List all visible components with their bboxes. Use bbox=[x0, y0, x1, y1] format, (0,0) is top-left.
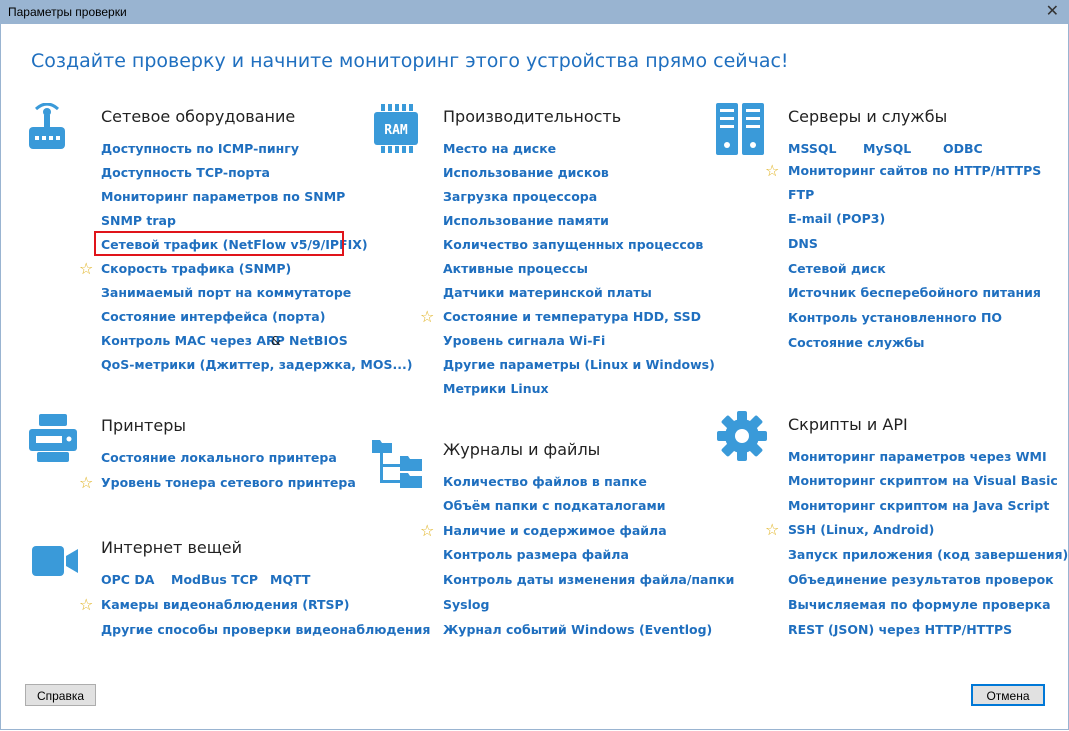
link-icmp-ping[interactable]: Доступность по ICMP-пингу bbox=[101, 141, 299, 156]
close-icon[interactable]: ✕ bbox=[1046, 1, 1059, 20]
link-mssql[interactable]: MSSQL bbox=[788, 141, 836, 156]
link-formula-check[interactable]: Вычисляемая по формуле проверка bbox=[788, 597, 1051, 612]
ram-icon: RAM bbox=[374, 104, 418, 153]
link-active-processes[interactable]: Активные процессы bbox=[443, 261, 588, 276]
link-file-size[interactable]: Контроль размера файла bbox=[443, 547, 629, 562]
link-other-params[interactable]: Другие параметры (Linux и Windows) bbox=[443, 357, 715, 372]
link-eventlog[interactable]: Журнал событий Windows (Eventlog) bbox=[443, 622, 712, 637]
link-other-video[interactable]: Другие способы проверки видеонаблюдения bbox=[101, 622, 430, 637]
link-disk-space[interactable]: Место на диске bbox=[443, 141, 556, 156]
printer-icon bbox=[29, 414, 77, 462]
video-camera-icon bbox=[32, 546, 78, 576]
title-bar: Параметры проверки ✕ bbox=[0, 0, 1069, 24]
gear-icon bbox=[717, 411, 767, 461]
link-file-content[interactable]: Наличие и содержимое файла bbox=[443, 523, 667, 538]
category-title-iot: Интернет вещей bbox=[101, 538, 243, 557]
category-title-servers: Серверы и службы bbox=[788, 107, 948, 126]
link-syslog[interactable]: Syslog bbox=[443, 597, 489, 612]
category-title-printers: Принтеры bbox=[101, 416, 186, 435]
link-rtsp-cameras[interactable]: Камеры видеонаблюдения (RTSP) bbox=[101, 597, 349, 612]
link-traffic-speed[interactable]: Скорость трафика (SNMP) bbox=[101, 261, 291, 276]
link-http-monitoring[interactable]: Мониторинг сайтов по HTTP/HTTPS bbox=[788, 163, 1041, 178]
link-email-pop3[interactable]: E-mail (POP3) bbox=[788, 211, 885, 226]
star-icon: ☆ bbox=[79, 259, 94, 278]
link-rest-json[interactable]: REST (JSON) через HTTP/HTTPS bbox=[788, 622, 1012, 637]
link-process-count[interactable]: Количество запущенных процессов bbox=[443, 237, 703, 252]
link-switch-port[interactable]: Занимаемый порт на коммутаторе bbox=[101, 285, 351, 300]
link-modbus-tcp[interactable]: ModBus TCP bbox=[171, 572, 258, 587]
link-run-app[interactable]: Запуск приложения (код завершения) bbox=[788, 547, 1068, 562]
router-icon bbox=[29, 103, 65, 149]
cancel-button[interactable]: Отмена bbox=[971, 684, 1045, 706]
link-interface-state[interactable]: Состояние интерфейса (порта) bbox=[101, 309, 325, 324]
link-folder-size[interactable]: Объём папки с подкаталогами bbox=[443, 498, 665, 513]
link-toner-level[interactable]: Уровень тонера сетевого принтера bbox=[101, 475, 356, 490]
link-motherboard-sensors[interactable]: Датчики материнской платы bbox=[443, 285, 652, 300]
help-button[interactable]: Справка bbox=[25, 684, 96, 706]
link-mqtt[interactable]: MQTT bbox=[270, 572, 310, 587]
category-title-network: Сетевое оборудование bbox=[101, 107, 296, 126]
link-odbc[interactable]: ODBC bbox=[943, 141, 983, 156]
star-icon: ☆ bbox=[765, 520, 780, 539]
link-ssh[interactable]: SSH (Linux, Android) bbox=[788, 522, 934, 537]
star-icon: ☆ bbox=[765, 161, 780, 180]
window-title: Параметры проверки bbox=[8, 5, 127, 19]
link-dns[interactable]: DNS bbox=[788, 236, 818, 251]
ram-label: RAM bbox=[384, 123, 408, 138]
folder-tree-icon bbox=[372, 440, 422, 488]
headline: Создайте проверку и начните мониторинг э… bbox=[31, 50, 789, 72]
highlight-box bbox=[94, 231, 344, 256]
ampersand-label: & bbox=[271, 333, 281, 348]
link-ftp[interactable]: FTP bbox=[788, 187, 814, 202]
link-java-script[interactable]: Мониторинг скриптом на Java Script bbox=[788, 498, 1049, 513]
link-cpu-load[interactable]: Загрузка процессора bbox=[443, 189, 597, 204]
link-mysql[interactable]: MySQL bbox=[863, 141, 911, 156]
link-installed-software[interactable]: Контроль установленного ПО bbox=[788, 310, 1002, 325]
category-title-scripts: Скрипты и API bbox=[788, 415, 908, 434]
star-icon: ☆ bbox=[420, 521, 435, 540]
link-visual-basic[interactable]: Мониторинг скриптом на Visual Basic bbox=[788, 473, 1058, 488]
link-memory-usage[interactable]: Использование памяти bbox=[443, 213, 609, 228]
link-opc-da[interactable]: OPC DA bbox=[101, 572, 154, 587]
link-network-disk[interactable]: Сетевой диск bbox=[788, 261, 886, 276]
link-mac-arp[interactable]: Контроль MAC через ARP bbox=[101, 333, 285, 348]
link-qos-metrics[interactable]: QoS-метрики (Джиттер, задержка, MOS...) bbox=[101, 357, 412, 372]
category-title-logs: Журналы и файлы bbox=[443, 440, 601, 459]
link-file-date[interactable]: Контроль даты изменения файла/папки bbox=[443, 572, 734, 587]
link-linux-metrics[interactable]: Метрики Linux bbox=[443, 381, 549, 396]
category-title-performance: Производительность bbox=[443, 107, 622, 126]
link-snmp-trap[interactable]: SNMP trap bbox=[101, 213, 176, 228]
link-local-printer[interactable]: Состояние локального принтера bbox=[101, 450, 337, 465]
link-hdd-ssd-state[interactable]: Состояние и температура HDD, SSD bbox=[443, 309, 701, 324]
server-icon bbox=[716, 103, 764, 155]
link-tcp-port[interactable]: Доступность TCP-порта bbox=[101, 165, 270, 180]
link-disk-usage[interactable]: Использование дисков bbox=[443, 165, 609, 180]
link-snmp-monitoring[interactable]: Мониторинг параметров по SNMP bbox=[101, 189, 345, 204]
link-service-state[interactable]: Состояние службы bbox=[788, 335, 924, 350]
star-icon: ☆ bbox=[79, 473, 94, 492]
link-ups[interactable]: Источник бесперебойного питания bbox=[788, 285, 1041, 300]
link-file-count[interactable]: Количество файлов в папке bbox=[443, 474, 647, 489]
link-wmi[interactable]: Мониторинг параметров через WMI bbox=[788, 449, 1047, 464]
link-combine-results[interactable]: Объединение результатов проверок bbox=[788, 572, 1054, 587]
link-netbios[interactable]: NetBIOS bbox=[289, 333, 348, 348]
star-icon: ☆ bbox=[420, 307, 435, 326]
star-icon: ☆ bbox=[79, 595, 94, 614]
link-wifi-signal[interactable]: Уровень сигнала Wi-Fi bbox=[443, 333, 605, 348]
